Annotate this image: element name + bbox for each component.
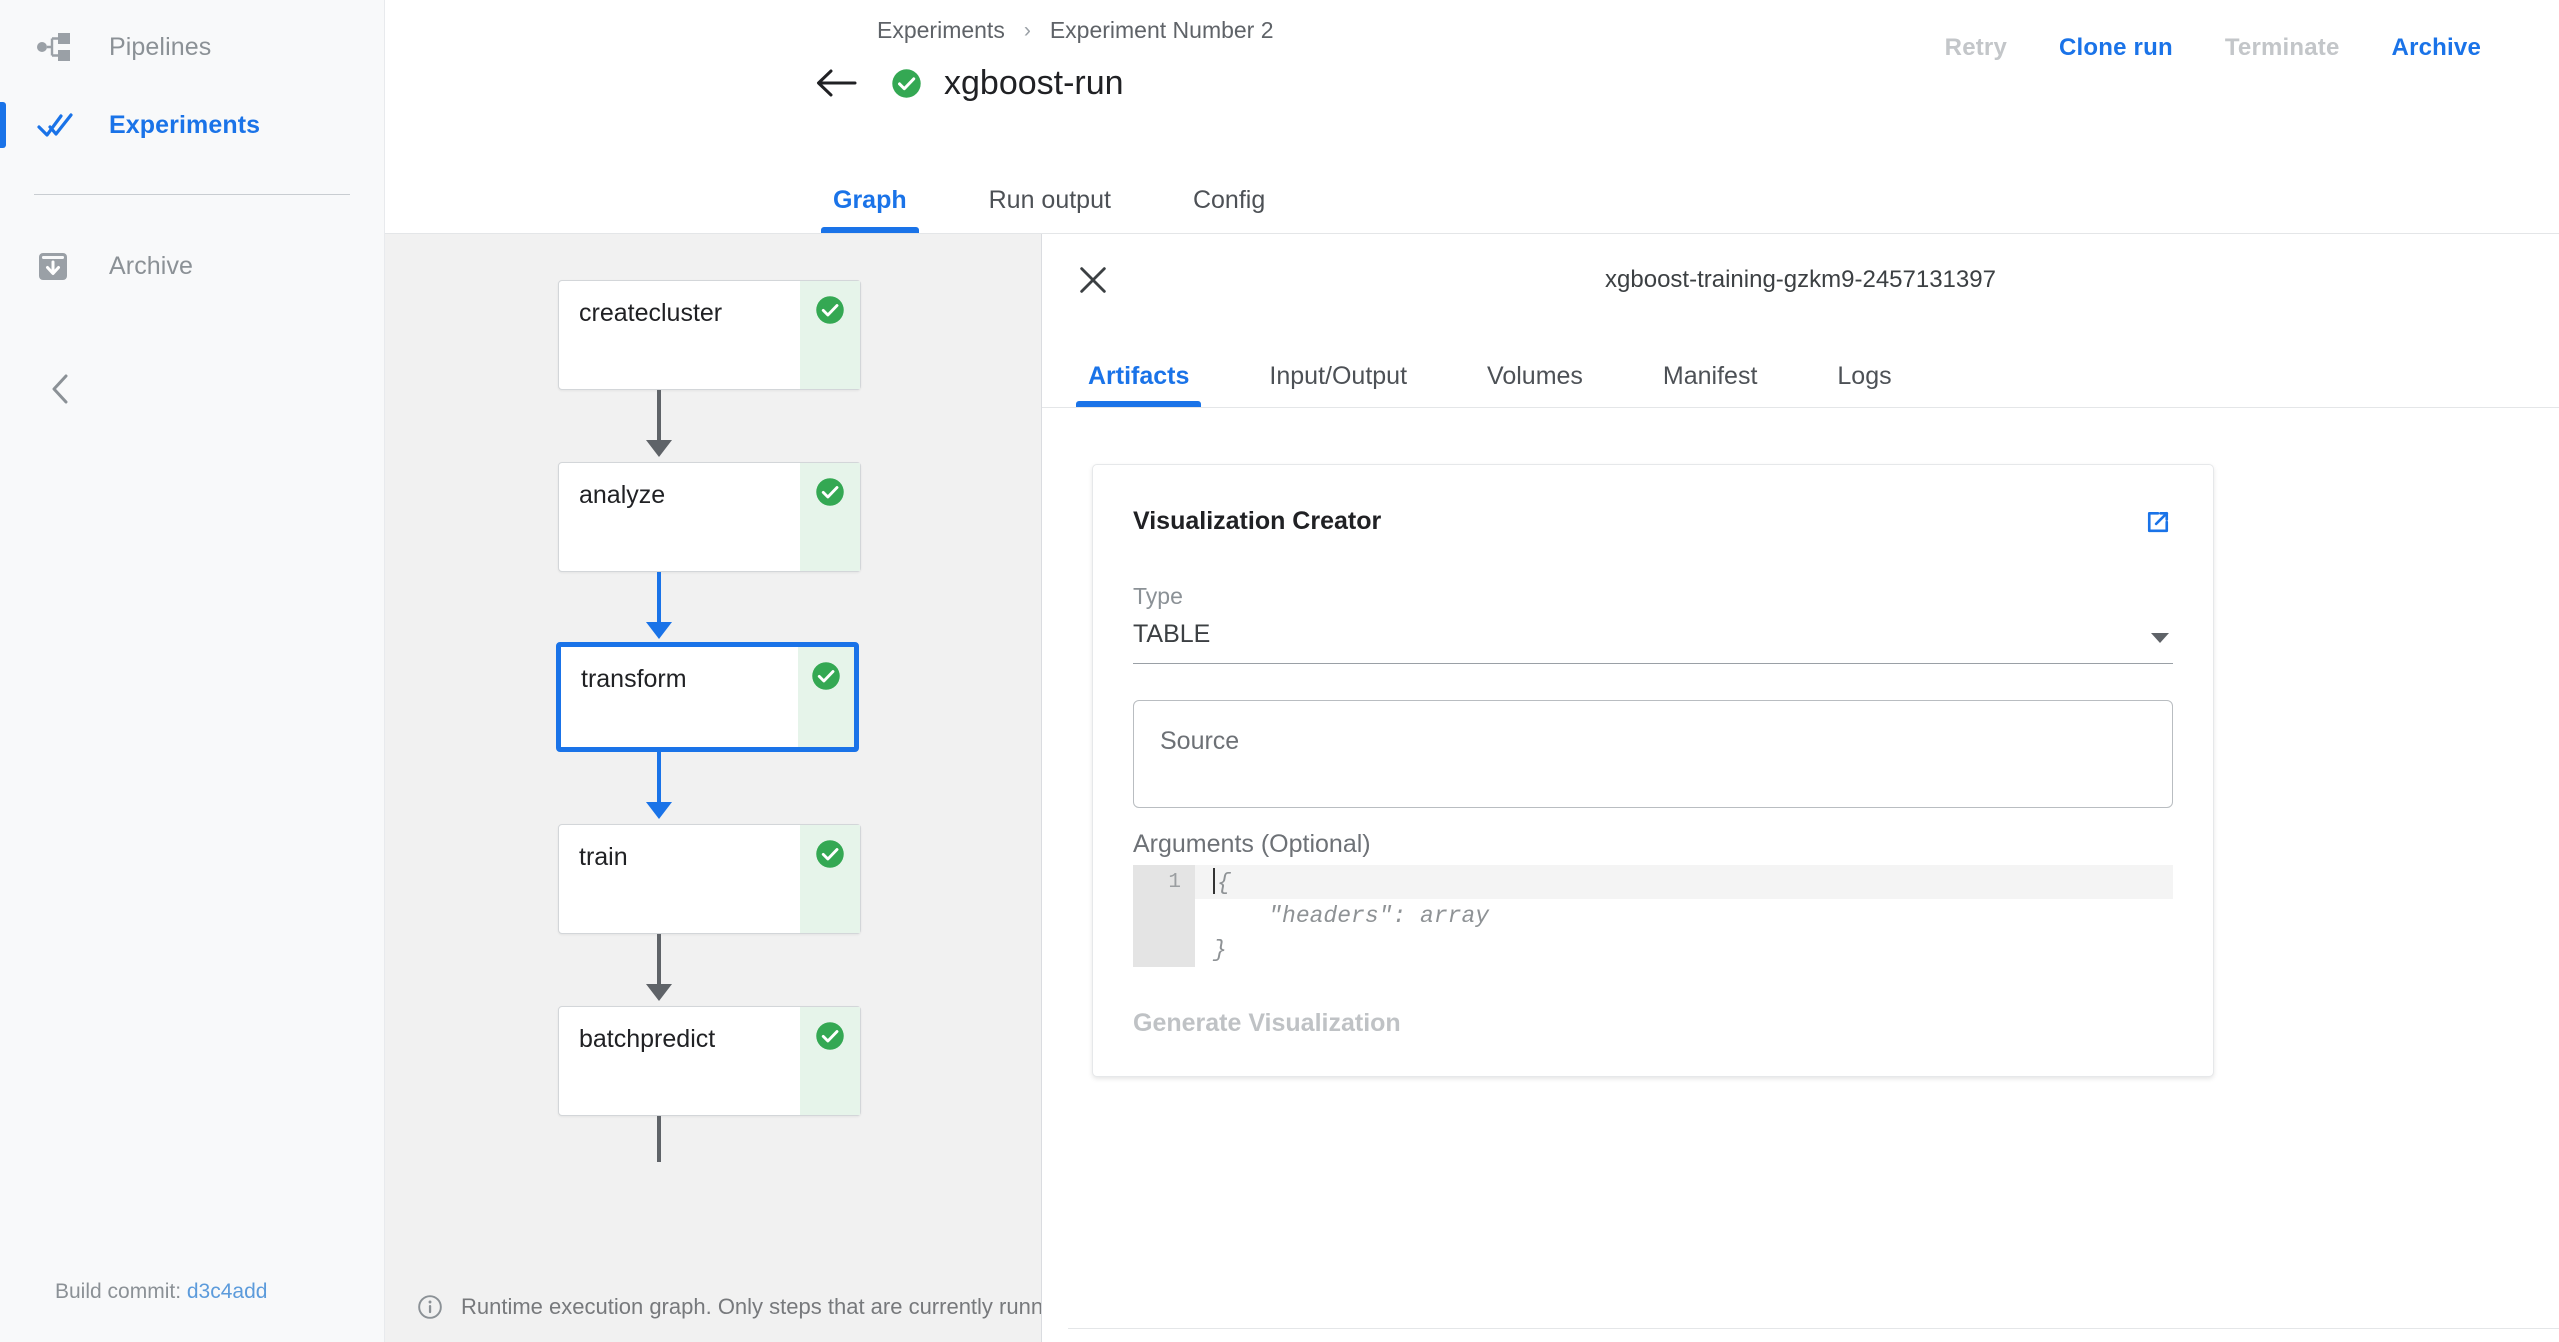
tab-run-output[interactable]: Run output — [981, 186, 1119, 233]
graph-edge-tail — [657, 1116, 661, 1162]
node-label: train — [579, 843, 628, 871]
back-arrow-icon[interactable] — [813, 60, 859, 106]
sidebar-divider — [34, 194, 350, 195]
type-select[interactable]: Type TABLE — [1133, 583, 2173, 664]
graph-legend-text: Runtime execution graph. Only steps that… — [461, 1294, 1041, 1319]
side-panel: xgboost-training-gzkm9-2457131397 Artifa… — [1042, 234, 2559, 1342]
editor-code-text: } — [1213, 937, 1227, 963]
sidebar: Pipelines Experiments Archive Build comm… — [0, 0, 385, 1342]
side-panel-title: xgboost-training-gzkm9-2457131397 — [1605, 266, 1996, 293]
generate-visualization-button[interactable]: Generate Visualization — [1133, 1009, 2173, 1038]
main-tabs: Graph Run output Config — [385, 148, 2559, 234]
editor-code-text: "headers": array — [1213, 903, 1490, 929]
run-status-icon — [891, 68, 922, 99]
graph-edge-arrow — [646, 802, 672, 819]
arguments-editor[interactable]: 1 { "headers": array } — [1133, 865, 2173, 967]
side-panel-divider — [1068, 1328, 2559, 1329]
side-panel-header: xgboost-training-gzkm9-2457131397 — [1042, 234, 2559, 326]
node-status-succeeded-icon — [800, 463, 860, 571]
editor-line-number-blank — [1133, 933, 1195, 967]
experiments-icon — [37, 111, 79, 139]
sidebar-item-label: Pipelines — [109, 32, 212, 61]
chevron-left-icon — [48, 372, 74, 411]
tab-manifest[interactable]: Manifest — [1655, 362, 1765, 407]
tab-volumes[interactable]: Volumes — [1479, 362, 1591, 407]
editor-line[interactable]: 1 { — [1133, 865, 2173, 899]
node-label: transform — [581, 665, 687, 693]
tab-artifacts[interactable]: Artifacts — [1075, 362, 1202, 407]
top-bar: Experiments › Experiment Number 2 xgboos… — [385, 0, 2559, 148]
build-commit-link[interactable]: d3c4add — [187, 1280, 268, 1303]
type-select-label: Type — [1133, 583, 1183, 609]
pipelines-icon — [37, 32, 79, 62]
sidebar-item-pipelines[interactable]: Pipelines — [0, 8, 384, 86]
sidebar-item-experiments[interactable]: Experiments — [0, 86, 384, 164]
node-label: analyze — [579, 481, 666, 509]
side-panel-tabs: Artifacts Input/Output Volumes Manifest … — [1042, 326, 2559, 408]
tab-input-output[interactable]: Input/Output — [1261, 362, 1415, 407]
build-commit: Build commit: d3c4add — [55, 1280, 267, 1304]
graph-node-analyze[interactable]: analyze — [558, 462, 861, 572]
editor-code-text: { — [1217, 870, 1231, 896]
chevron-down-icon — [2151, 633, 2169, 643]
editor-line-number: 1 — [1133, 865, 1195, 899]
graph-node-train[interactable]: train — [558, 824, 861, 934]
tab-logs[interactable]: Logs — [1829, 362, 1899, 407]
title-row: xgboost-run — [813, 60, 1124, 106]
close-icon[interactable] — [1069, 256, 1117, 304]
breadcrumb-separator-icon: › — [1023, 18, 1031, 42]
side-panel-body: Visualization Creator Type TABLE Source … — [1042, 408, 2559, 1342]
tab-graph[interactable]: Graph — [821, 186, 919, 233]
graph-node-batchpredict[interactable]: batchpredict — [558, 1006, 861, 1116]
breadcrumb-item-experiment[interactable]: Experiment Number 2 — [1050, 17, 1274, 44]
visualization-creator-header: Visualization Creator — [1133, 507, 2173, 537]
graph-edge-arrow — [646, 440, 672, 457]
editor-line[interactable]: } — [1133, 933, 2173, 967]
sidebar-item-archive[interactable]: Archive — [0, 227, 384, 305]
clone-run-button[interactable]: Clone run — [2033, 34, 2199, 62]
graph-edge-arrow — [646, 984, 672, 1001]
arguments-label: Arguments (Optional) — [1133, 830, 1371, 858]
archive-button[interactable]: Archive — [2366, 34, 2507, 62]
node-status-succeeded-icon — [798, 647, 854, 747]
graph-node-transform[interactable]: transform — [556, 642, 859, 752]
retry-button[interactable]: Retry — [1919, 34, 2033, 62]
graph-edge-arrow — [646, 622, 672, 639]
graph-legend: Runtime execution graph. Only steps that… — [385, 1272, 1041, 1342]
content-area: createcluster analyze transform train ba… — [385, 234, 2559, 1342]
archive-icon — [37, 250, 79, 282]
info-icon — [417, 1294, 443, 1320]
node-label: batchpredict — [579, 1025, 716, 1053]
visualization-creator-card: Visualization Creator Type TABLE Source … — [1092, 464, 2214, 1077]
node-status-succeeded-icon — [800, 281, 860, 389]
editor-line[interactable]: "headers": array — [1133, 899, 2173, 933]
visualization-creator-title: Visualization Creator — [1133, 507, 1382, 535]
tab-config[interactable]: Config — [1185, 186, 1273, 233]
node-status-succeeded-icon — [800, 825, 860, 933]
main-area: Experiments › Experiment Number 2 xgboos… — [385, 0, 2559, 1342]
source-input[interactable]: Source — [1133, 700, 2173, 808]
node-status-succeeded-icon — [800, 1007, 860, 1115]
app-root: Pipelines Experiments Archive Build comm… — [0, 0, 2559, 1342]
sidebar-item-label: Experiments — [109, 110, 261, 139]
graph-pane[interactable]: createcluster analyze transform train ba… — [385, 234, 1042, 1342]
node-label: createcluster — [579, 299, 723, 327]
terminate-button[interactable]: Terminate — [2199, 34, 2366, 62]
sidebar-item-label: Archive — [109, 251, 194, 280]
top-actions: Retry Clone run Terminate Archive — [1919, 34, 2507, 62]
breadcrumb: Experiments › Experiment Number 2 — [877, 17, 1274, 44]
sidebar-collapse-button[interactable] — [0, 345, 384, 437]
graph-node-createcluster[interactable]: createcluster — [558, 280, 861, 390]
graph-canvas[interactable]: createcluster analyze transform train ba… — [385, 234, 1041, 1342]
external-link-icon[interactable] — [2143, 507, 2173, 537]
text-cursor — [1213, 868, 1215, 894]
page-title: xgboost-run — [944, 63, 1124, 102]
source-input-placeholder: Source — [1160, 727, 1240, 755]
build-commit-label: Build commit: — [55, 1280, 182, 1303]
breadcrumb-item-experiments[interactable]: Experiments — [877, 17, 1005, 44]
editor-line-number-blank — [1133, 899, 1195, 933]
type-select-value: TABLE — [1133, 620, 1211, 648]
